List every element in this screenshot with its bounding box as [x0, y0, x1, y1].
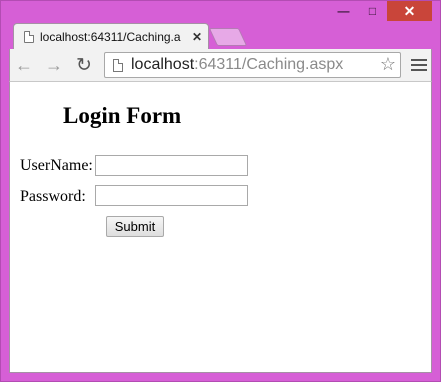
username-label: UserName:: [20, 157, 93, 174]
browser-tab[interactable]: localhost:64311/Caching.a ✕: [13, 23, 209, 49]
address-bar[interactable]: localhost:64311/Caching.aspx ☆: [104, 52, 401, 78]
menu-icon[interactable]: [411, 55, 427, 75]
url-host: localhost: [131, 56, 195, 73]
submit-button[interactable]: Submit: [106, 216, 164, 237]
page-icon: [24, 30, 34, 43]
url-path: :64311/Caching.aspx: [194, 56, 344, 73]
password-input[interactable]: [95, 185, 248, 206]
tab-title: localhost:64311/Caching.a: [40, 29, 181, 44]
page-title: Login Form: [63, 103, 182, 128]
username-input[interactable]: [95, 155, 248, 176]
browser-toolbar: ← → ↻ localhost:64311/Caching.aspx ☆: [9, 49, 432, 81]
reload-icon[interactable]: ↻: [72, 53, 96, 77]
forward-icon[interactable]: →: [42, 53, 66, 77]
bookmark-star-icon[interactable]: ☆: [380, 54, 396, 75]
page-icon: [113, 58, 123, 72]
password-label: Password:: [20, 188, 86, 205]
page-content: Login Form UserName: Password: Submit: [9, 81, 432, 373]
browser-window: — □ ✕ localhost:64311/Caching.a ✕ ← → ↻ …: [0, 0, 441, 382]
back-icon[interactable]: ←: [12, 53, 36, 77]
window-controls: — □ ✕: [329, 1, 432, 23]
tab-strip: localhost:64311/Caching.a ✕: [11, 23, 440, 49]
close-window-icon[interactable]: ✕: [387, 1, 432, 21]
new-tab-button[interactable]: [208, 28, 248, 46]
maximize-icon[interactable]: □: [358, 1, 387, 21]
close-tab-icon[interactable]: ✕: [192, 30, 202, 44]
minimize-icon[interactable]: —: [329, 1, 358, 21]
